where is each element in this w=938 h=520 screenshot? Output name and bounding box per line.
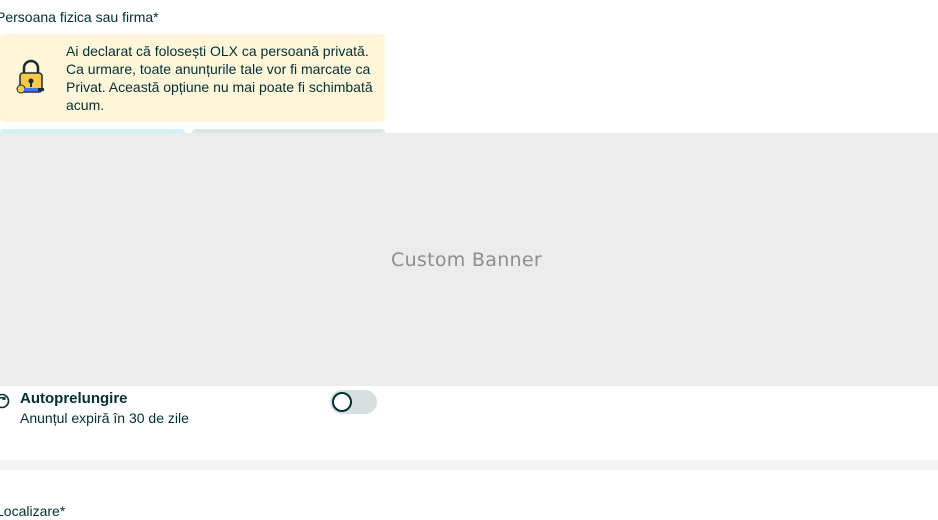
person-type-label: Persoana fizica sau firma* bbox=[0, 9, 159, 25]
custom-banner: Custom Banner bbox=[0, 133, 938, 386]
autorenew-title: Autoprelungire bbox=[20, 390, 128, 407]
autorenew-subtitle: Anunțul expiră în 30 de zile bbox=[20, 410, 189, 426]
private-person-notice: Ai declarat că folosești OLX ca persoană… bbox=[0, 34, 385, 122]
autorenew-icon bbox=[0, 393, 10, 409]
toggle-knob bbox=[332, 392, 352, 412]
autorenew-toggle[interactable] bbox=[330, 390, 377, 414]
custom-banner-text: Custom Banner bbox=[391, 248, 542, 271]
section-divider bbox=[0, 460, 938, 470]
post-ad-form: Persoana fizica sau firma* Ai declarat c… bbox=[0, 0, 938, 520]
notice-text: Ai declarat că folosești OLX ca persoană… bbox=[66, 43, 373, 113]
lock-icon bbox=[16, 59, 44, 94]
location-label: Localizare* bbox=[0, 503, 66, 519]
